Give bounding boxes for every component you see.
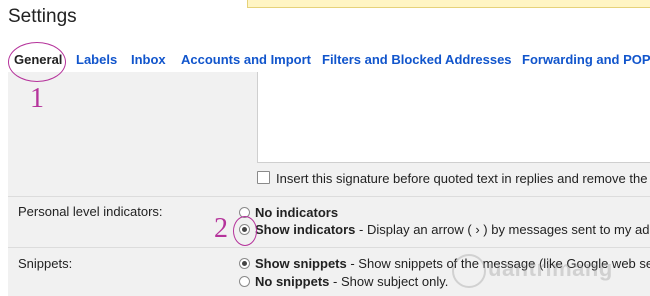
no-snippets-desc: - Show subject only. [329, 274, 449, 289]
notification-bar [247, 0, 650, 8]
annotation-number-2: 2 [214, 213, 228, 244]
no-indicators-label: No indicators [255, 205, 339, 220]
watermark-text: uantrimang [488, 256, 613, 281]
show-snippets-label: Show snippets [255, 256, 347, 271]
tab-accounts-and-import[interactable]: Accounts and Import [181, 52, 311, 67]
personal-indicators-label: Personal level indicators: [18, 204, 163, 219]
snippets-label: Snippets: [18, 256, 73, 271]
signature-option[interactable]: Insert this signature before quoted text… [257, 171, 650, 186]
annotation-number-1: 1 [30, 83, 44, 114]
annotation-circle-radio [233, 216, 257, 246]
tab-forwarding-and-pop[interactable]: Forwarding and POP/ [522, 52, 650, 67]
show-indicators-desc: - Display an arrow ( › ) by messages sen… [355, 222, 650, 237]
annotation-circle-general [8, 42, 66, 82]
no-snippets-label: No snippets [255, 274, 330, 289]
tab-labels[interactable]: Labels [76, 52, 117, 67]
tab-filters-and-blocked-addresses[interactable]: Filters and Blocked Addresses [322, 52, 512, 67]
signature-checkbox-label: Insert this signature before quoted text… [276, 171, 650, 186]
tab-inbox[interactable]: Inbox [131, 52, 166, 67]
watermark-logo-icon [452, 254, 486, 288]
divider [8, 247, 650, 248]
radio-option-show-indicators[interactable]: Show indicators - Display an arrow ( › )… [239, 222, 650, 237]
radio-no-snippets[interactable] [239, 276, 250, 287]
page-title: Settings [8, 6, 77, 27]
radio-show-snippets[interactable] [239, 258, 250, 269]
signature-editor[interactable] [257, 72, 650, 163]
radio-option-no-indicators[interactable]: No indicators [239, 205, 338, 220]
divider [8, 196, 650, 197]
radio-option-no-snippets[interactable]: No snippets - Show subject only. [239, 274, 448, 289]
signature-checkbox[interactable] [257, 171, 270, 184]
show-indicators-label: Show indicators [255, 222, 356, 237]
settings-tabs: General Labels Inbox Accounts and Import… [0, 48, 650, 72]
